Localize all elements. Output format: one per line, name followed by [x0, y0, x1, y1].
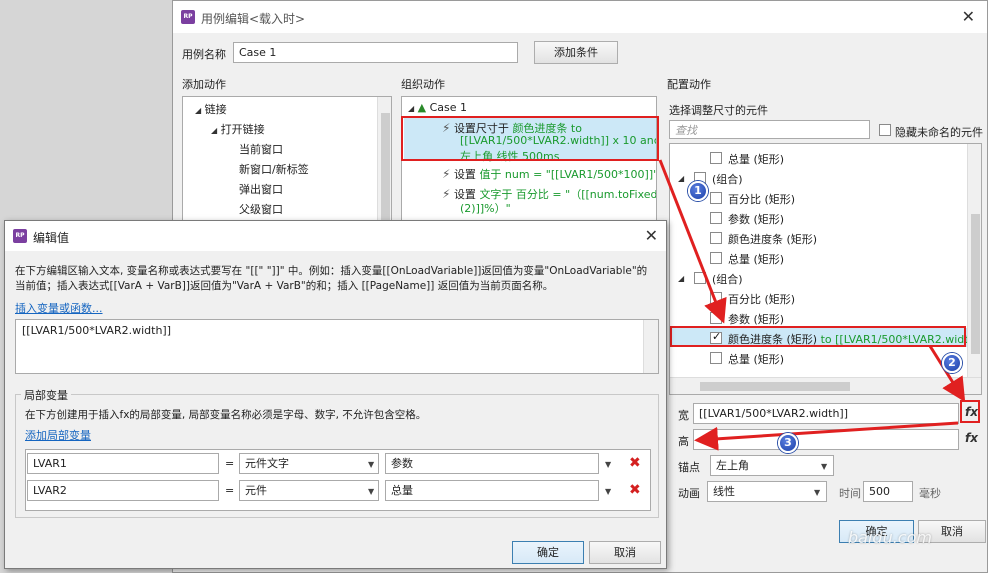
annotation-arrows	[658, 159, 966, 451]
arrow-3	[694, 421, 959, 451]
annotation-badge-1: 1	[688, 181, 708, 201]
annotation-badge-3: 3	[778, 433, 798, 453]
watermark: baidu.com	[848, 528, 932, 547]
annotation-badge-2: 2	[942, 353, 962, 373]
